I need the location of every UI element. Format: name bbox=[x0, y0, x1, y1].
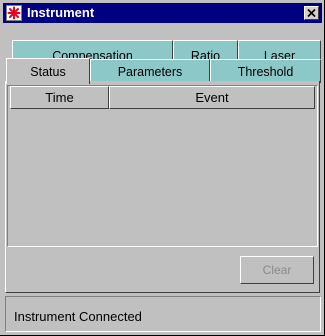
window-title: Instrument bbox=[27, 5, 95, 20]
tab-status[interactable]: Status bbox=[6, 58, 90, 84]
close-button[interactable] bbox=[304, 6, 319, 20]
event-table[interactable]: Time Event bbox=[7, 85, 318, 247]
tab-label: Parameters bbox=[117, 65, 183, 79]
instrument-window: Instrument Compensation Ratio Laser Stat… bbox=[0, 0, 325, 336]
column-header-time[interactable]: Time bbox=[10, 86, 109, 109]
tab-label: Threshold bbox=[237, 65, 294, 79]
column-header-label: Time bbox=[45, 90, 74, 105]
tab-threshold[interactable]: Threshold bbox=[210, 59, 321, 83]
clear-button-label: Clear bbox=[262, 263, 292, 277]
column-header-event[interactable]: Event bbox=[109, 86, 315, 109]
clear-button[interactable]: Clear bbox=[240, 256, 314, 284]
tab-label: Status bbox=[30, 65, 66, 79]
asterisk-star-icon bbox=[6, 5, 22, 21]
tab-parameters[interactable]: Parameters bbox=[90, 59, 210, 83]
status-text: Instrument Connected bbox=[14, 309, 142, 324]
status-bar: Instrument Connected bbox=[5, 296, 321, 332]
close-icon bbox=[307, 8, 316, 18]
title-bar[interactable]: Instrument bbox=[3, 3, 322, 23]
column-header-label: Event bbox=[195, 90, 229, 105]
